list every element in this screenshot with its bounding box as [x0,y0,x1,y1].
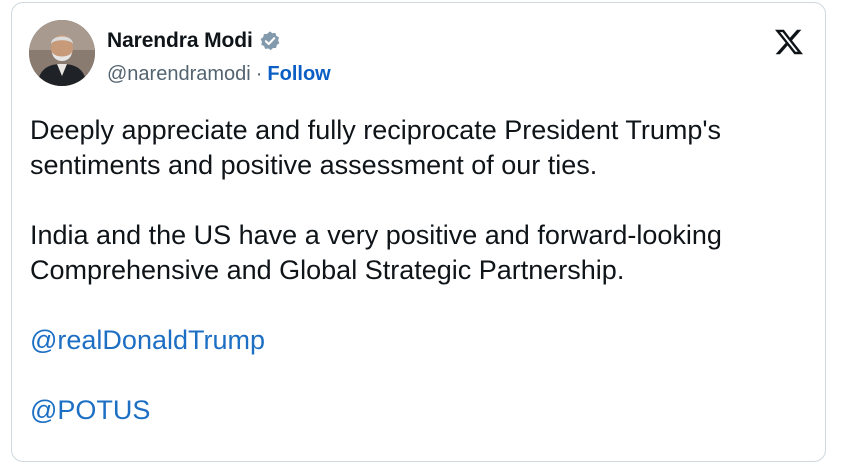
tweet-paragraph-2: India and the US have a very positive an… [30,220,722,285]
follow-button[interactable]: Follow [267,63,330,86]
tweet-paragraph-1: Deeply appreciate and fully reciprocate … [30,115,722,180]
separator-dot: · [255,63,263,85]
author-handle[interactable]: @narendramodi [107,63,251,86]
author-handle-row: @narendramodi · Follow [107,63,331,86]
x-logo-icon[interactable] [775,29,803,55]
mention-link-realdonaldtrump[interactable]: @realDonaldTrump [30,323,820,358]
author-name-row: Narendra Modi [107,29,281,53]
tweet-text: Deeply appreciate and fully reciprocate … [30,113,820,463]
author-display-name[interactable]: Narendra Modi [107,29,253,53]
avatar-image [29,20,95,86]
mention-link-potus[interactable]: @POTUS [30,393,820,428]
tweet-card: Narendra Modi @narendramodi · Follow Dee… [11,2,826,462]
verified-badge-icon [260,31,280,51]
avatar[interactable] [29,20,95,86]
